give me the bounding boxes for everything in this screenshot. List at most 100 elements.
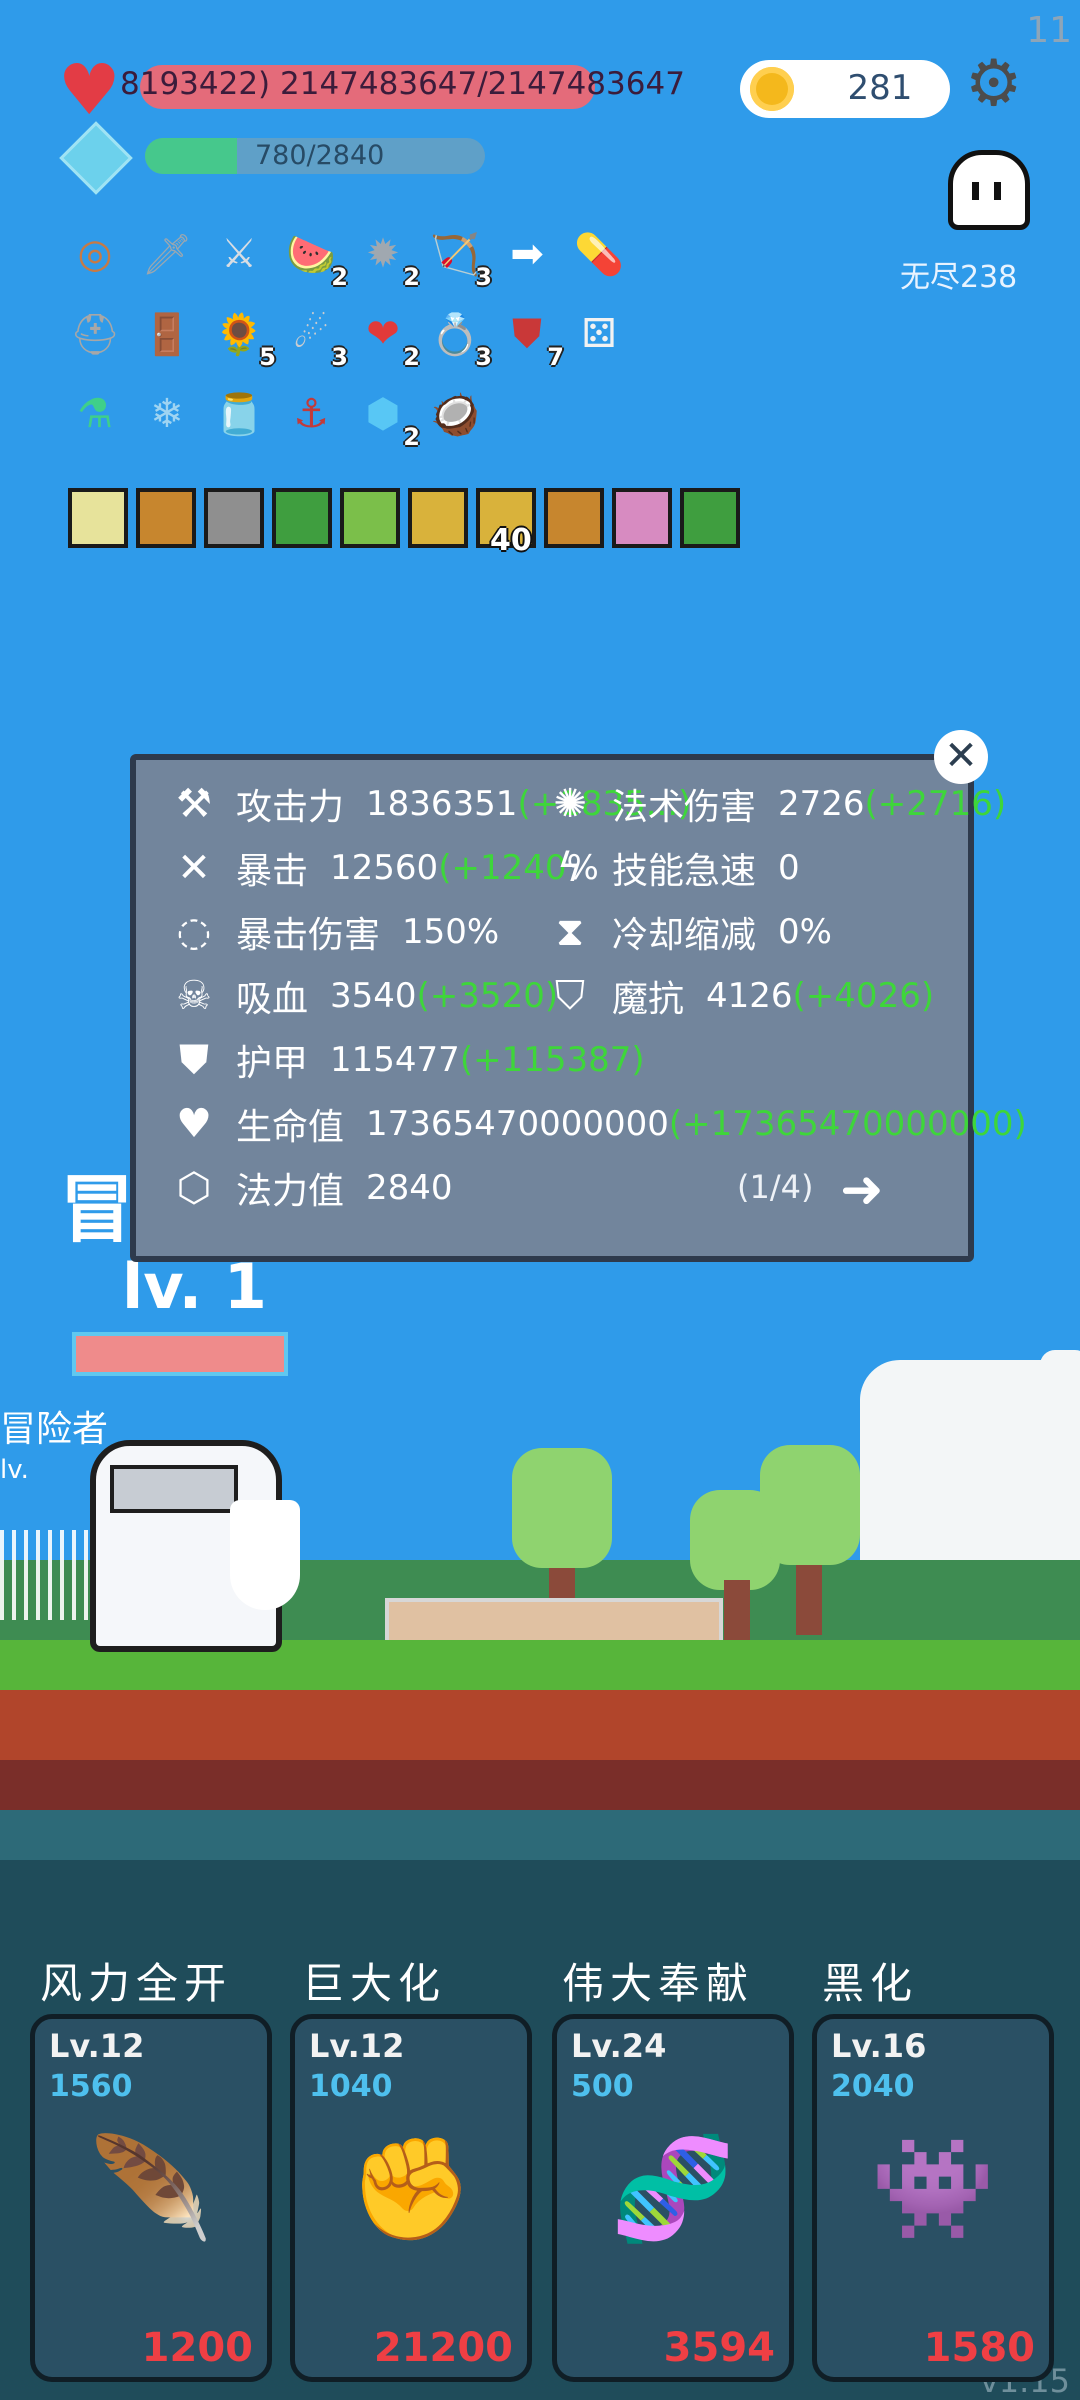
- tree-trunk: [796, 1565, 822, 1635]
- skill-level: Lv.16: [831, 2027, 927, 2065]
- shield-buff-icon[interactable]: [544, 488, 604, 548]
- water-strip: [0, 1810, 1080, 1860]
- dice-icon[interactable]: ⚄: [570, 305, 628, 363]
- hero-name: 冒险者: [0, 1409, 109, 1450]
- stat-magic-resist: ⛉ 魔抗 4126 (+4026): [544, 970, 934, 1022]
- ghost-icon[interactable]: [948, 150, 1030, 230]
- skill-card[interactable]: Lv.24 500 🧬 3594: [552, 2014, 794, 2382]
- crossed-blades-icon: ✕: [177, 845, 211, 891]
- spiked-mace-icon[interactable]: ✹ 2: [354, 225, 420, 291]
- mp-bar-fill: [145, 138, 237, 174]
- ghost-eye: [972, 182, 979, 200]
- stat-crit: ✕ 暴击 12560 (+1240 %: [168, 842, 599, 894]
- pill-icon[interactable]: 💊: [570, 225, 628, 283]
- buff-stack-badge: 40: [490, 523, 532, 558]
- dna-icon: 🧬: [610, 2130, 736, 2247]
- skill-card[interactable]: Lv.12 1560 🪶 1200: [30, 2014, 272, 2382]
- light-buff-icon[interactable]: [68, 488, 128, 548]
- skill-name: 伟大奉献: [562, 1959, 755, 2008]
- skill-mana-cost: 2040: [831, 2069, 915, 2104]
- close-icon[interactable]: ✕: [934, 730, 988, 784]
- stat-lifesteal: ☠ 吸血 3540 (+3520): [168, 970, 558, 1022]
- tree: [760, 1445, 860, 1565]
- stat-mana: ⬡ 法力值 2840: [168, 1162, 453, 1214]
- skill-card[interactable]: Lv.12 1040 ✊ 21200: [290, 2014, 532, 2382]
- hp-text: 8193422) 2147483647/2147483647: [120, 66, 685, 102]
- skill-mana-cost: 1040: [309, 2069, 393, 2104]
- skill-level: Lv.12: [49, 2027, 145, 2065]
- hero-exp-bar: [72, 1332, 288, 1376]
- stat-armor: ⛊ 护甲 115477 (+115387): [168, 1034, 645, 1086]
- horned-skull-icon: ☠: [176, 973, 212, 1019]
- stat-magic-damage: ✺ 法术伤害 2726 (+2716): [544, 778, 1006, 830]
- speed-lines: [0, 1530, 100, 1620]
- gold-ring-icon[interactable]: 💍 3: [426, 305, 492, 372]
- armor-shield-icon: ⛊: [179, 1037, 209, 1083]
- arrow-icon[interactable]: ➡: [498, 225, 556, 283]
- watermelon-icon[interactable]: 🍉 2: [282, 225, 348, 292]
- frost-orb-icon[interactable]: ❄: [138, 385, 196, 443]
- skill-upgrade-price: 21200: [373, 2325, 513, 2371]
- stat-crit-damage: ◌ 暴击伤害 150%: [168, 906, 500, 958]
- hero-title: 冒: [60, 1167, 134, 1253]
- stat-cooldown: ⧗ 冷却缩减 0%: [544, 906, 832, 958]
- green-rune-buff-icon[interactable]: [272, 488, 332, 548]
- coconut-icon[interactable]: 🥥: [426, 385, 484, 443]
- item-count-badge: 2: [403, 263, 420, 291]
- stat-health: ♥ 生命值 17365470000000 (+17365470000000): [168, 1098, 1027, 1150]
- item-count-badge: 5: [259, 343, 276, 371]
- item-count-badge: 2: [331, 263, 348, 291]
- shield-round-icon[interactable]: ◎: [66, 225, 124, 283]
- skill-upgrade-price: 3594: [663, 2325, 775, 2371]
- skill-mana-cost: 1560: [49, 2069, 133, 2104]
- mp-text: 780/2840: [255, 140, 385, 171]
- skill-mana-cost: 500: [571, 2069, 634, 2104]
- corner-number: 11: [1026, 10, 1072, 51]
- axe-icon: ⚒: [176, 781, 212, 827]
- pink-creature-buff-icon[interactable]: [612, 488, 672, 548]
- hourglass-icon: ⧗: [555, 909, 585, 955]
- dark-face-buff-icon[interactable]: [408, 488, 468, 548]
- skill-level: Lv.12: [309, 2027, 405, 2065]
- gear-icon[interactable]: ⚙: [965, 52, 1022, 116]
- skill-upgrade-price: 1580: [923, 2325, 1035, 2371]
- skill-name: 黑化: [822, 1959, 919, 2008]
- long-sword-icon[interactable]: ⚔: [210, 225, 268, 283]
- dirt-ground-dark: [0, 1760, 1080, 1810]
- knight-shield: [230, 1500, 300, 1610]
- skill-card[interactable]: Lv.16 2040 👾 1580: [812, 2014, 1054, 2382]
- dark-tree-monster-icon: 👾: [870, 2130, 996, 2247]
- next-page-arrow-icon[interactable]: ➜: [840, 1160, 884, 1220]
- crystal-outline-icon: ⬡: [176, 1165, 212, 1211]
- bow-icon[interactable]: 🏹 3: [426, 225, 492, 292]
- meteor-icon[interactable]: ☄ 3: [282, 305, 348, 371]
- heart-bundle-icon[interactable]: ❤ 2: [354, 305, 420, 371]
- jam-jar-icon[interactable]: 🫙: [210, 385, 268, 443]
- skill-name: 风力全开: [40, 1959, 233, 2008]
- hook-icon[interactable]: ⚓: [282, 385, 340, 443]
- viking-helmet-icon[interactable]: ⛑: [66, 305, 124, 363]
- blue-gem-icon[interactable]: ⬢ 2: [354, 385, 420, 451]
- magic-shield-icon: ⛉: [555, 973, 585, 1019]
- helmet-buff-icon[interactable]: [204, 488, 264, 548]
- sunflower-icon[interactable]: 🌻 5: [210, 305, 276, 372]
- skill-upgrade-price: 1200: [141, 2325, 253, 2371]
- stat-skill-haste: ϟ 技能急速 0: [544, 842, 800, 894]
- door-icon[interactable]: 🚪: [138, 305, 196, 363]
- heart-icon: ♥: [58, 49, 121, 131]
- shield-buff-icon[interactable]: [136, 488, 196, 548]
- ghost-eye: [994, 182, 1001, 200]
- dotted-ring-icon: ◌: [176, 909, 212, 955]
- item-count-badge: 3: [475, 343, 492, 371]
- heart-icon: ♥: [176, 1101, 212, 1147]
- sword-icon[interactable]: 🗡: [138, 225, 196, 283]
- coin-value: 281: [847, 68, 913, 108]
- sprout-buff-icon[interactable]: [340, 488, 400, 548]
- green-rune-buff-icon[interactable]: [680, 488, 740, 548]
- item-count-badge: 7: [547, 343, 564, 371]
- lightning-icon: ϟ: [556, 845, 584, 891]
- green-potion-icon[interactable]: ⚗: [66, 385, 124, 443]
- red-shield-icon[interactable]: ⛊ 7: [498, 305, 564, 371]
- dark-face-buff-icon[interactable]: 40: [476, 488, 536, 558]
- item-count-badge: 2: [403, 423, 420, 451]
